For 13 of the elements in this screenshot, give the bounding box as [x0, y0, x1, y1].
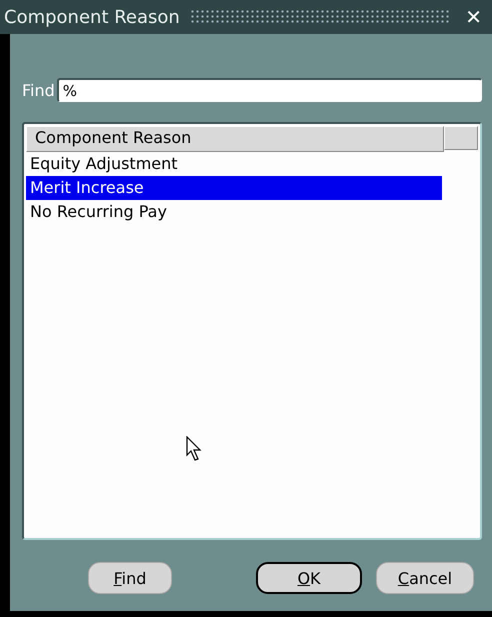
close-button[interactable]: ✕ — [461, 5, 486, 29]
dialog-button[interactable]: Cancel — [376, 562, 474, 594]
dialog-button[interactable]: OK — [256, 562, 362, 594]
list-item[interactable]: Equity Adjustment — [26, 152, 442, 176]
dialog-button[interactable]: Find — [88, 562, 172, 594]
list-item[interactable]: No Recurring Pay — [26, 200, 442, 224]
pointer-icon — [186, 436, 202, 462]
list-item[interactable]: Merit Increase — [26, 176, 442, 200]
window-title: Component Reason — [4, 6, 180, 28]
find-label: Find — [22, 80, 55, 100]
find-field[interactable]: % — [56, 78, 482, 102]
column-header[interactable]: Component Reason — [26, 126, 444, 152]
column-header — [444, 126, 478, 150]
